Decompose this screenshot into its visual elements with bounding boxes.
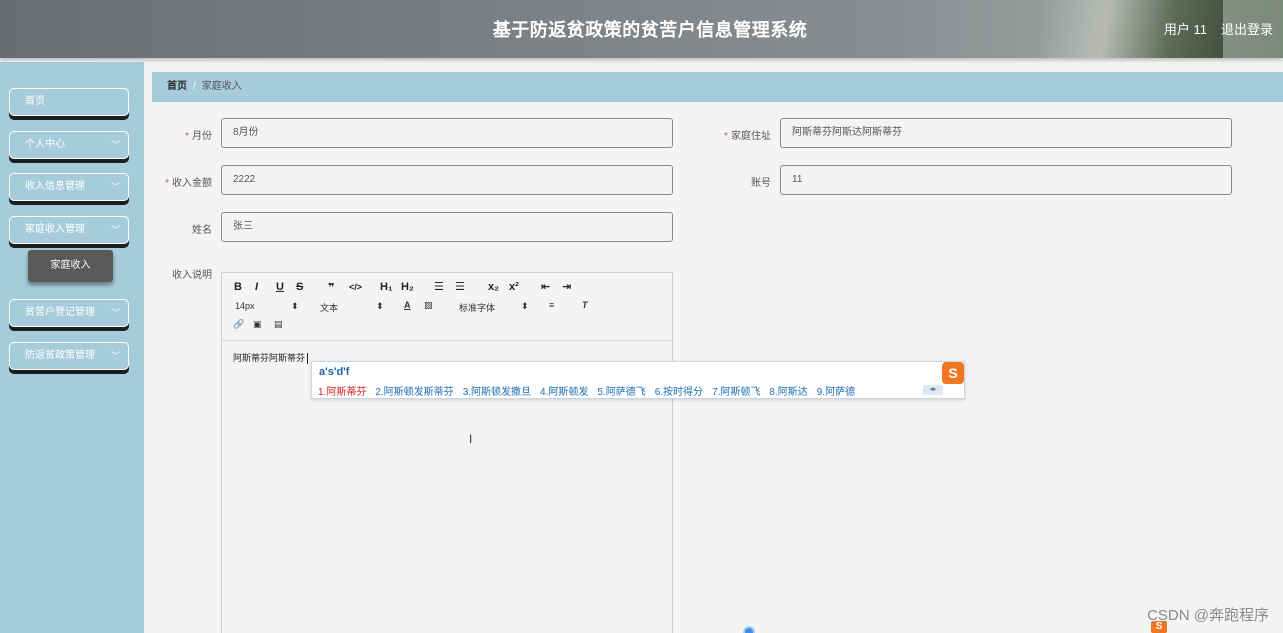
app-title: 基于防返贫政策的贫苦户信息管理系统 (492, 20, 808, 40)
description-label: 收入说明 (172, 270, 212, 281)
font-size-arrows-icon: ⬍ (291, 301, 299, 311)
font-color-icon[interactable]: A (404, 300, 411, 310)
ime-candidate[interactable]: 2.阿斯顿发斯蒂芬 (375, 387, 453, 398)
ime-candidate-list: 1.阿斯蒂芬 2.阿斯顿发斯蒂芬 3.阿斯顿发撒旦 4.阿斯顿发 5.阿萨德飞 6.按时得… (318, 383, 864, 398)
ime-candidate[interactable]: 6.按时得分 (655, 387, 703, 398)
sidebar-subitem-family-income[interactable]: 家庭收入 (28, 250, 113, 282)
background-color-icon[interactable]: ▨ (424, 300, 433, 311)
subscript-icon[interactable]: x₂ (488, 281, 499, 293)
font-family-select[interactable]: 标准字体 (459, 301, 495, 314)
heading1-icon[interactable]: H₁ (380, 281, 393, 293)
chevron-down-icon: ﹀ (110, 182, 120, 192)
code-icon[interactable]: </> (349, 282, 362, 292)
ime-input-text: a's'd'f (319, 366, 350, 378)
link-icon[interactable]: 🔗 (233, 319, 244, 330)
text-cursor-icon: I (469, 432, 473, 446)
chevron-down-icon: ﹀ (110, 225, 120, 235)
logout-link[interactable]: 退出登录 (1221, 19, 1273, 38)
text-type-select[interactable]: 文本 (320, 301, 338, 314)
address-field[interactable]: 阿斯蒂芬阿斯达阿斯蒂芬 (780, 118, 1232, 148)
chevron-down-icon: ﹀ (110, 308, 120, 318)
heading2-icon[interactable]: H₂ (401, 281, 414, 293)
sidebar-item-policy[interactable]: 防返贫政策管理 ﹀ (9, 342, 129, 370)
breadcrumb-home[interactable]: 首页 (167, 81, 187, 92)
sidebar-item-label: 个人中心 (25, 139, 65, 150)
ordered-list-icon[interactable]: ☰ (434, 280, 444, 293)
amount-field[interactable]: 2222 (221, 165, 673, 195)
font-family-arrows-icon: ⬍ (521, 301, 529, 311)
superscript-icon[interactable]: x² (509, 281, 519, 293)
bullet-list-icon[interactable]: ☰ (455, 280, 465, 293)
ime-candidate-popup[interactable]: a's'd'f S 1.阿斯蒂芬 2.阿斯顿发斯蒂芬 3.阿斯顿发撒旦 4.阿斯顿发 5… (311, 361, 965, 399)
amount-label: * 收入金额 (165, 178, 212, 189)
sidebar-item-label: 首页 (25, 96, 45, 107)
underline-icon[interactable]: U (276, 281, 284, 293)
rich-text-editor[interactable]: B I U S ❞ </> H₁ H₂ ☰ ☰ x₂ x² ⇤ ⇥ 14px ⬍… (221, 272, 673, 633)
floating-dot-icon[interactable] (743, 626, 755, 633)
ime-candidate[interactable]: 3.阿斯顿发撒旦 (463, 387, 531, 398)
required-mark: * (185, 131, 189, 142)
editor-content[interactable]: 阿斯蒂芬阿斯蒂芬 (233, 351, 309, 365)
sidebar-item-label: 家庭收入管理 (25, 224, 85, 235)
font-size-select[interactable]: 14px (235, 301, 255, 311)
current-user: 用户 11 (1163, 22, 1207, 37)
ime-candidate[interactable]: 1.阿斯蒂芬 (318, 387, 366, 398)
account-field[interactable]: 11 (780, 165, 1232, 195)
breadcrumb-current: 家庭收入 (201, 81, 242, 92)
ime-candidate[interactable]: 4.阿斯顿发 (540, 387, 588, 398)
chevron-down-icon: ﹀ (110, 351, 120, 361)
text-caret (307, 353, 309, 365)
text-type-arrows-icon: ⬍ (376, 301, 384, 311)
required-mark: * (724, 131, 728, 142)
sidebar-item-label: 收入信息管理 (25, 181, 85, 192)
name-field[interactable]: 张三 (221, 212, 673, 242)
sidebar-item-label: 防返贫政策管理 (25, 350, 95, 361)
sidebar-item-poor-household[interactable]: 贫苦户登记管理 ﹀ (9, 299, 129, 327)
required-mark: * (165, 178, 169, 189)
align-icon[interactable]: ≡ (549, 300, 554, 310)
strikethrough-icon[interactable]: S (296, 281, 303, 293)
ime-candidate[interactable]: 8.阿斯达 (769, 387, 807, 398)
indent-icon[interactable]: ⇥ (562, 280, 571, 293)
name-label: 姓名 (192, 225, 212, 236)
clear-format-icon[interactable]: T (582, 300, 588, 310)
ime-candidate[interactable]: 5.阿萨德飞 (597, 387, 645, 398)
sogou-logo-icon: S (942, 362, 964, 384)
breadcrumb: 首页 / 家庭收入 (152, 72, 1283, 102)
video-icon[interactable]: ▤ (274, 319, 283, 330)
bold-icon[interactable]: B (234, 281, 242, 293)
ime-pager-icon[interactable]: ◂▸ (923, 385, 943, 395)
image-icon[interactable]: ▣ (253, 319, 262, 330)
ime-candidate[interactable]: 7.阿斯顿飞 (712, 387, 760, 398)
account-label: 账号 (751, 178, 771, 189)
chevron-down-icon: ﹀ (110, 140, 120, 150)
breadcrumb-separator: / (193, 81, 196, 92)
editor-toolbar: B I U S ❞ </> H₁ H₂ ☰ ☰ x₂ x² ⇤ ⇥ 14px ⬍… (222, 273, 672, 341)
ime-candidate[interactable]: 9.阿萨德 (817, 387, 855, 398)
month-label: * 月份 (185, 131, 212, 142)
month-field[interactable]: 8月份 (221, 118, 673, 148)
ime-tray-icon[interactable]: S (1151, 621, 1283, 633)
outdent-icon[interactable]: ⇤ (541, 280, 550, 293)
header-bar: 基于防返贫政策的贫苦户信息管理系统 用户 11 退出登录 (0, 0, 1283, 58)
sidebar-item-label: 贫苦户登记管理 (25, 307, 95, 318)
blockquote-icon[interactable]: ❞ (328, 281, 334, 294)
sidebar-item-home[interactable]: 首页 (9, 88, 129, 116)
address-label: * 家庭住址 (724, 131, 771, 142)
sidebar-item-income-info[interactable]: 收入信息管理 ﹀ (9, 173, 129, 201)
sogou-tray-icon: S (1151, 621, 1167, 633)
sidebar-item-personal-center[interactable]: 个人中心 ﹀ (9, 131, 129, 159)
italic-icon[interactable]: I (255, 281, 258, 293)
sidebar-item-family-income[interactable]: 家庭收入管理 ﹀ (9, 216, 129, 244)
